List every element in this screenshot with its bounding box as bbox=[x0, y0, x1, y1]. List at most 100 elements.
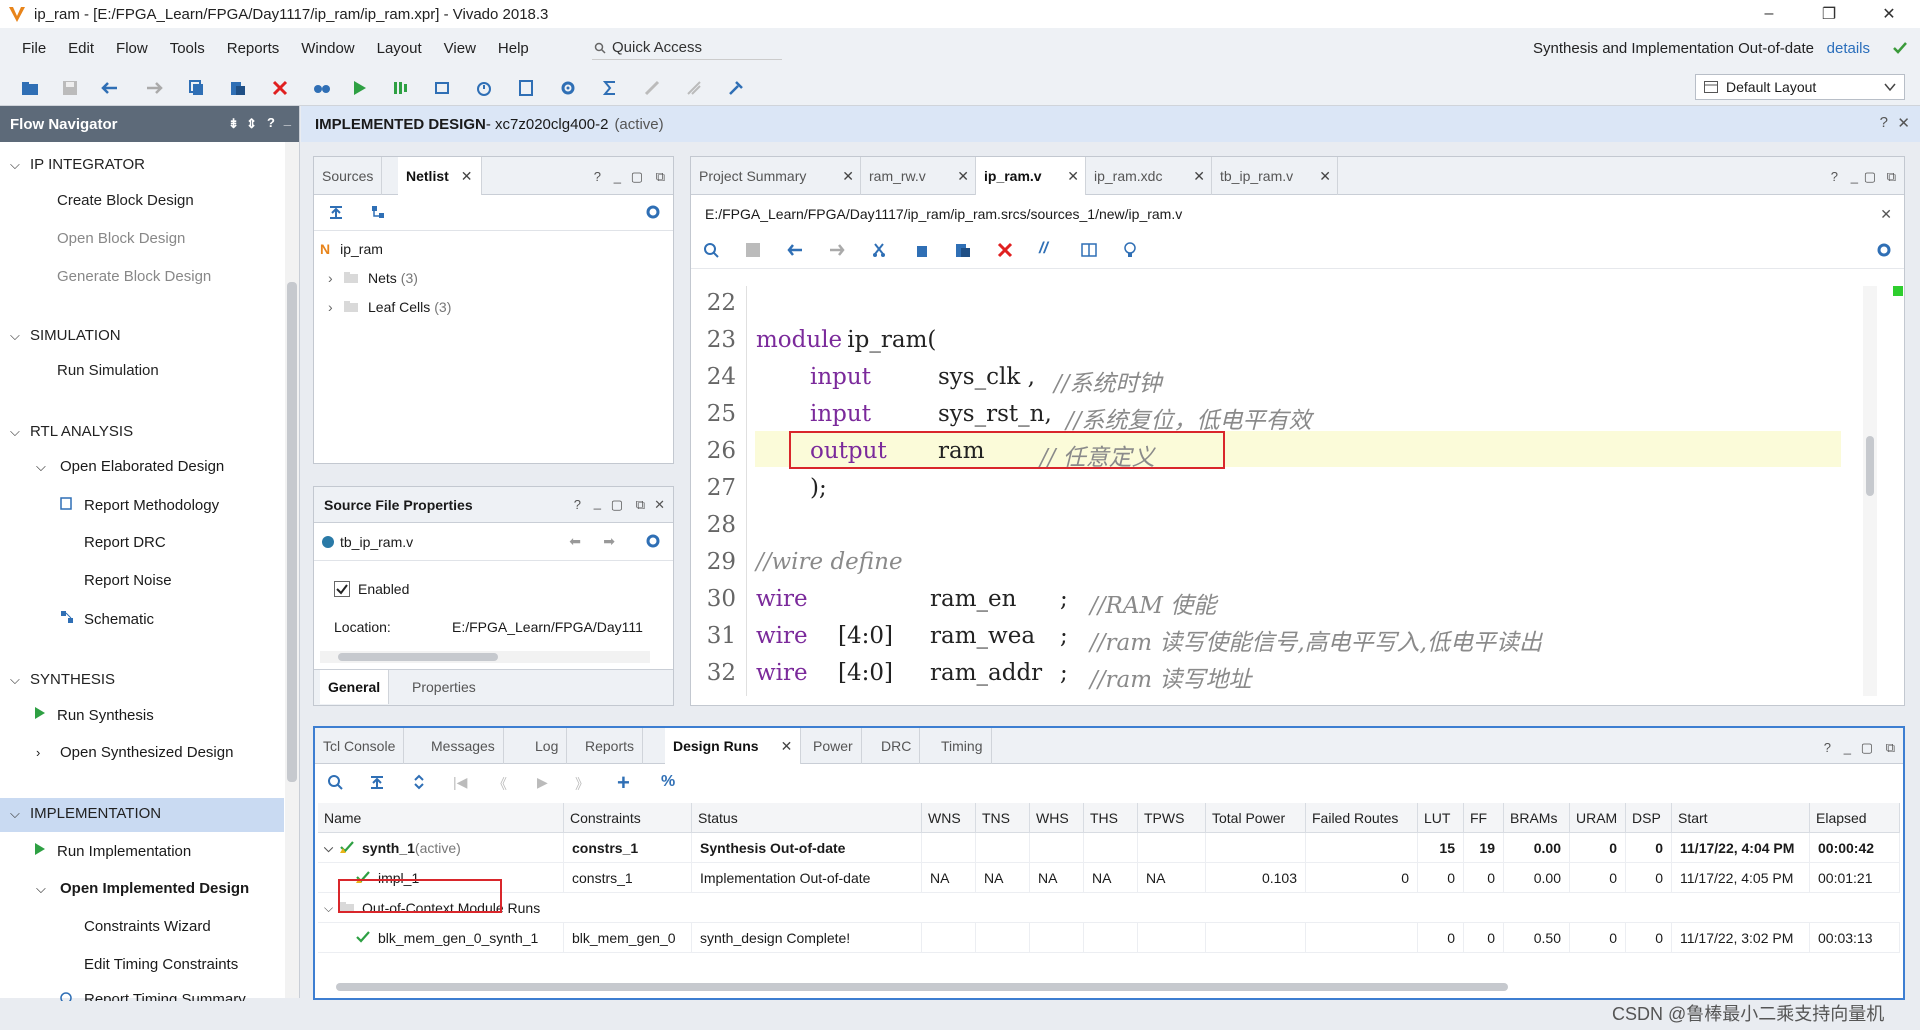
schematic[interactable]: Schematic bbox=[60, 610, 154, 628]
gear-icon[interactable] bbox=[558, 78, 578, 98]
minimize-button[interactable]: – bbox=[1746, 0, 1792, 28]
program-icon[interactable] bbox=[390, 78, 410, 98]
sigma-icon[interactable] bbox=[600, 78, 620, 98]
table-row[interactable]: ⌵ synth_1 (active) constrs_1 Synthesis Out-… bbox=[318, 833, 1900, 863]
editor-v-scrollbar[interactable] bbox=[1863, 286, 1877, 696]
enabled-checkbox[interactable]: Enabled bbox=[334, 581, 409, 597]
save-icon[interactable] bbox=[60, 78, 80, 98]
percent-icon[interactable]: % bbox=[661, 773, 675, 791]
collapse-all-icon[interactable] bbox=[369, 774, 385, 793]
section-implementation[interactable]: ⌵ IMPLEMENTATION bbox=[10, 805, 161, 822]
layout-select[interactable]: Default Layout bbox=[1695, 74, 1905, 100]
cut-icon[interactable] bbox=[871, 242, 887, 261]
timer-icon[interactable] bbox=[474, 78, 494, 98]
help-icon[interactable]: ? bbox=[594, 169, 601, 184]
props-h-scrollbar[interactable] bbox=[320, 651, 650, 663]
forward-arrow-icon[interactable]: ➡ bbox=[603, 533, 615, 550]
section-simulation[interactable]: ⌵ SIMULATION bbox=[10, 327, 121, 344]
copy-icon[interactable] bbox=[913, 242, 929, 261]
expand-all-icon[interactable] bbox=[411, 774, 427, 793]
float-icon[interactable]: ⧉ bbox=[656, 169, 665, 185]
section-synthesis[interactable]: ⌵ SYNTHESIS bbox=[10, 671, 115, 688]
previous-icon[interactable]: 《 bbox=[493, 774, 507, 794]
tab-ip-ram-xdc[interactable]: ip_ram.xdc ✕ bbox=[1086, 157, 1212, 195]
table-row[interactable]: ⌵ Out-of-Context Module Runs bbox=[318, 893, 1900, 923]
menu-help[interactable]: Help bbox=[498, 40, 529, 57]
undo-icon[interactable] bbox=[787, 243, 803, 260]
next-icon[interactable]: 》 bbox=[575, 774, 589, 794]
tab-reports[interactable]: Reports bbox=[577, 728, 644, 764]
help-icon[interactable]: ? bbox=[267, 115, 275, 130]
scrollbar-thumb[interactable] bbox=[287, 282, 297, 782]
close-window-button[interactable]: ✕ bbox=[1866, 0, 1912, 28]
pin-tool-icon[interactable] bbox=[726, 78, 746, 98]
tab-messages[interactable]: Messages bbox=[423, 728, 504, 764]
column-header-brams[interactable]: BRAMs bbox=[1504, 803, 1570, 833]
run-implementation[interactable]: Run Implementation bbox=[34, 842, 191, 860]
tab-design-runs[interactable]: Design Runs ✕ bbox=[665, 728, 802, 764]
menu-window[interactable]: Window bbox=[301, 40, 354, 57]
help-icon[interactable]: ? bbox=[1824, 740, 1831, 755]
create-block-design[interactable]: Create Block Design bbox=[57, 192, 194, 209]
back-arrow-icon[interactable]: ⬅ bbox=[569, 533, 581, 550]
float-icon[interactable]: ⧉ bbox=[636, 497, 645, 513]
scrollbar-thumb[interactable] bbox=[1866, 436, 1874, 496]
chevron-down-icon[interactable]: ⌵ bbox=[324, 841, 340, 856]
help-icon[interactable]: ? bbox=[1831, 169, 1838, 184]
maximize-button[interactable]: ❐ bbox=[1806, 0, 1852, 28]
copy-icon[interactable] bbox=[186, 78, 206, 98]
tab-timing[interactable]: Timing bbox=[933, 728, 992, 764]
search-icon[interactable] bbox=[703, 242, 719, 261]
report-timing-summary[interactable]: Report Timing Summary bbox=[60, 991, 246, 1001]
tab-ram-rw[interactable]: ram_rw.v ✕ bbox=[861, 157, 976, 195]
save-icon[interactable] bbox=[745, 242, 761, 261]
close-icon[interactable]: ✕ bbox=[781, 738, 793, 755]
column-header-lut[interactable]: LUT bbox=[1418, 803, 1464, 833]
column-header-tns[interactable]: TNS bbox=[976, 803, 1030, 833]
tab-drc[interactable]: DRC bbox=[873, 728, 921, 764]
float-icon[interactable]: ⧉ bbox=[1886, 740, 1895, 756]
netlist-leaf-cells[interactable]: › Leaf Cells (3) bbox=[328, 299, 451, 315]
comment-icon[interactable]: // bbox=[1039, 240, 1048, 258]
tab-project-summary[interactable]: Project Summary ✕ bbox=[691, 157, 861, 195]
column-header-ths[interactable]: THS bbox=[1084, 803, 1138, 833]
gear-icon[interactable] bbox=[1876, 242, 1892, 261]
minimize-icon[interactable]: _ bbox=[1844, 740, 1851, 755]
quick-access-search[interactable]: Quick Access bbox=[592, 36, 782, 60]
menu-edit[interactable]: Edit bbox=[68, 40, 94, 57]
float-icon[interactable]: ⧉ bbox=[1887, 169, 1896, 185]
collapse-all-icon[interactable] bbox=[328, 204, 344, 223]
column-header-uram[interactable]: URAM bbox=[1570, 803, 1626, 833]
add-icon[interactable]: + bbox=[617, 770, 630, 796]
menu-layout[interactable]: Layout bbox=[377, 40, 422, 57]
close-icon[interactable]: ✕ bbox=[1897, 114, 1910, 132]
help-icon[interactable]: ? bbox=[1880, 114, 1888, 131]
close-icon[interactable]: ✕ bbox=[957, 168, 969, 185]
help-icon[interactable]: ? bbox=[574, 497, 581, 512]
run-synthesis[interactable]: Run Synthesis bbox=[34, 706, 154, 724]
step-icon[interactable] bbox=[432, 78, 452, 98]
report-methodology[interactable]: Report Methodology bbox=[60, 496, 219, 514]
generate-block-design[interactable]: Generate Block Design bbox=[57, 268, 211, 285]
column-header-routes[interactable]: Failed Routes bbox=[1306, 803, 1418, 833]
report-noise[interactable]: Report Noise bbox=[84, 572, 172, 589]
constraints-wizard[interactable]: Constraints Wizard bbox=[84, 918, 211, 935]
open-block-design[interactable]: Open Block Design bbox=[57, 230, 185, 247]
tab-sources[interactable]: Sources bbox=[314, 157, 383, 195]
scrollbar-thumb[interactable] bbox=[336, 983, 1508, 991]
column-header-constraints[interactable]: Constraints bbox=[564, 803, 692, 833]
tab-power[interactable]: Power bbox=[805, 728, 862, 764]
netlist-root[interactable]: N ip_ram bbox=[320, 241, 383, 257]
tab-tcl-console[interactable]: Tcl Console bbox=[315, 728, 405, 764]
open-synthesized-design[interactable]: › Open Synthesized Design bbox=[36, 744, 233, 761]
menu-file[interactable]: File bbox=[22, 40, 46, 57]
scrollbar-thumb[interactable] bbox=[338, 653, 498, 661]
column-header-whs[interactable]: WHS bbox=[1030, 803, 1084, 833]
report-icon[interactable] bbox=[516, 78, 536, 98]
hierarchy-icon[interactable] bbox=[370, 204, 386, 223]
close-icon[interactable]: ✕ bbox=[1319, 168, 1331, 185]
edit-timing-constraints[interactable]: Edit Timing Constraints bbox=[84, 956, 238, 973]
close-icon[interactable]: ✕ bbox=[1193, 168, 1205, 185]
column-header-wns[interactable]: WNS bbox=[922, 803, 976, 833]
tool-disabled-icon[interactable] bbox=[642, 78, 662, 98]
